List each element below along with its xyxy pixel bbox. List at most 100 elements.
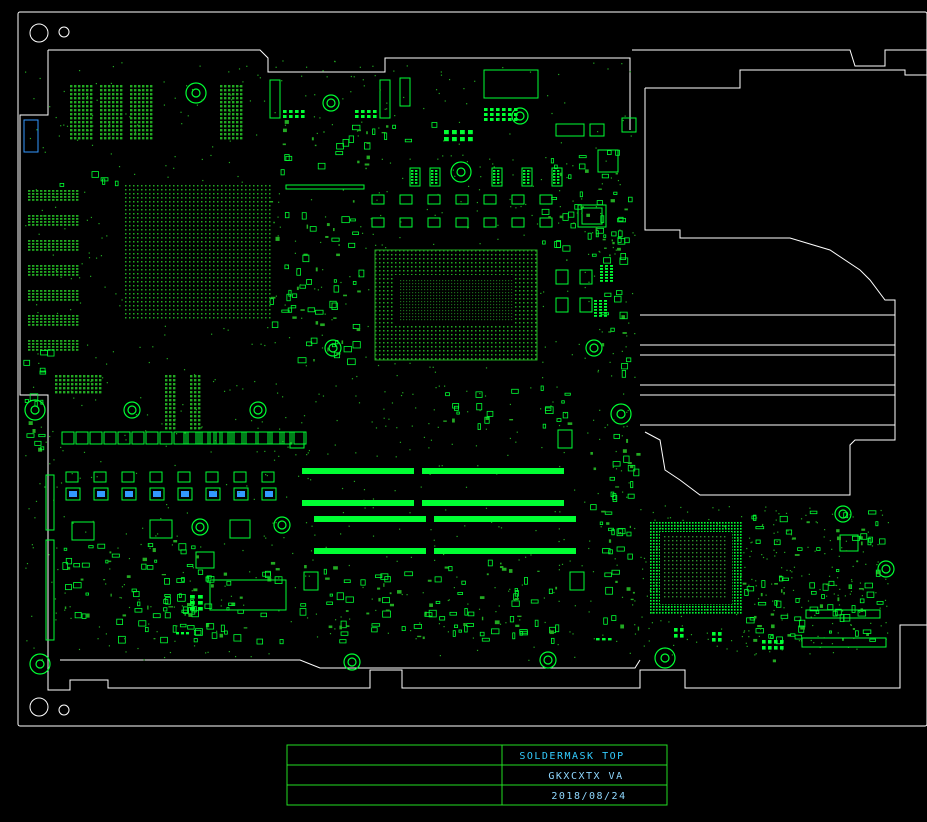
component	[103, 431, 117, 445]
pad-array	[190, 375, 201, 430]
pad-array	[176, 632, 189, 635]
standoff-hole	[881, 564, 891, 574]
standoff	[322, 94, 340, 112]
standoff-hole	[616, 409, 626, 419]
component	[557, 429, 573, 449]
component	[579, 297, 593, 313]
component	[149, 519, 173, 539]
component	[145, 431, 159, 445]
pad-array	[28, 315, 79, 326]
component	[483, 194, 497, 205]
component	[71, 521, 95, 541]
component	[195, 551, 215, 569]
standoff	[273, 516, 291, 534]
component	[379, 79, 391, 119]
component	[579, 269, 593, 285]
pad-array	[594, 300, 607, 317]
small-part-group	[160, 561, 284, 645]
component	[149, 471, 163, 483]
component	[121, 471, 135, 483]
standoff-hole	[253, 405, 263, 415]
component	[427, 194, 441, 205]
component	[229, 519, 251, 539]
standoff-hole	[347, 657, 357, 667]
pad-array	[28, 290, 79, 301]
standoff	[123, 401, 141, 419]
small-part-group	[603, 522, 640, 631]
pad-array	[355, 110, 377, 118]
title-block: SOLDERMASK TOP GKXCXTX VA 2018/08/24	[286, 744, 668, 806]
cap	[181, 491, 189, 497]
component	[589, 123, 605, 137]
pad-array	[762, 640, 784, 650]
component	[455, 194, 469, 205]
cap	[265, 491, 273, 497]
component	[233, 471, 247, 483]
pad-array	[523, 170, 530, 184]
standoff-hole	[589, 343, 599, 353]
pad-array	[28, 190, 79, 201]
cap	[153, 491, 161, 497]
component	[839, 534, 859, 552]
component-footprints	[23, 60, 890, 663]
standoff-hole	[127, 405, 137, 415]
standoff-hole	[35, 659, 45, 669]
component	[177, 471, 191, 483]
component	[511, 194, 525, 205]
small-part-group	[299, 559, 560, 644]
component	[371, 217, 385, 228]
edge-connectors	[45, 184, 887, 648]
component	[555, 123, 585, 137]
standoff	[539, 651, 557, 669]
standoff	[654, 647, 676, 669]
bga-pad-grid	[125, 185, 271, 319]
component	[621, 117, 637, 133]
component	[581, 207, 603, 225]
pad-array	[220, 85, 243, 140]
component	[159, 431, 173, 445]
component	[117, 431, 131, 445]
component	[511, 217, 525, 228]
standoff	[249, 401, 267, 419]
small-part-group	[749, 600, 805, 663]
small-part-group	[364, 122, 438, 150]
standoff-hole	[326, 98, 336, 108]
pcb-layout-drawing: SOLDERMASK TOP GKXCXTX VA 2018/08/24	[17, 11, 927, 806]
pad-array	[283, 110, 305, 118]
standoff	[29, 653, 51, 675]
pad-array	[100, 85, 123, 140]
small-part-group	[742, 510, 886, 642]
standoff-hole	[30, 405, 40, 415]
component	[131, 431, 145, 445]
component	[483, 217, 497, 228]
pad-array	[431, 170, 438, 184]
component	[539, 217, 553, 228]
standoff-hole	[456, 167, 466, 177]
pad-array	[28, 340, 79, 351]
component	[93, 471, 107, 483]
component	[303, 571, 319, 591]
pad-array	[712, 632, 722, 642]
pad-array	[28, 240, 79, 251]
standoff	[585, 339, 603, 357]
component	[597, 149, 619, 173]
standoff-hole	[838, 509, 848, 519]
component	[159, 431, 173, 445]
standoffs	[24, 82, 895, 675]
small-part-group	[541, 149, 633, 264]
mounting-holes	[29, 23, 70, 717]
component	[555, 297, 569, 313]
pad-array	[165, 375, 176, 430]
component	[89, 431, 103, 445]
component	[399, 194, 413, 205]
board-frame	[17, 11, 927, 727]
board-outline	[19, 49, 927, 691]
pad-array	[411, 170, 418, 184]
cap	[237, 491, 245, 497]
standoff-hole	[660, 653, 670, 663]
cap	[69, 491, 77, 497]
title-board-id: GKXCXTX VA	[548, 771, 623, 782]
standoff	[450, 161, 472, 183]
component	[61, 431, 75, 445]
standoff-hole	[543, 655, 553, 665]
